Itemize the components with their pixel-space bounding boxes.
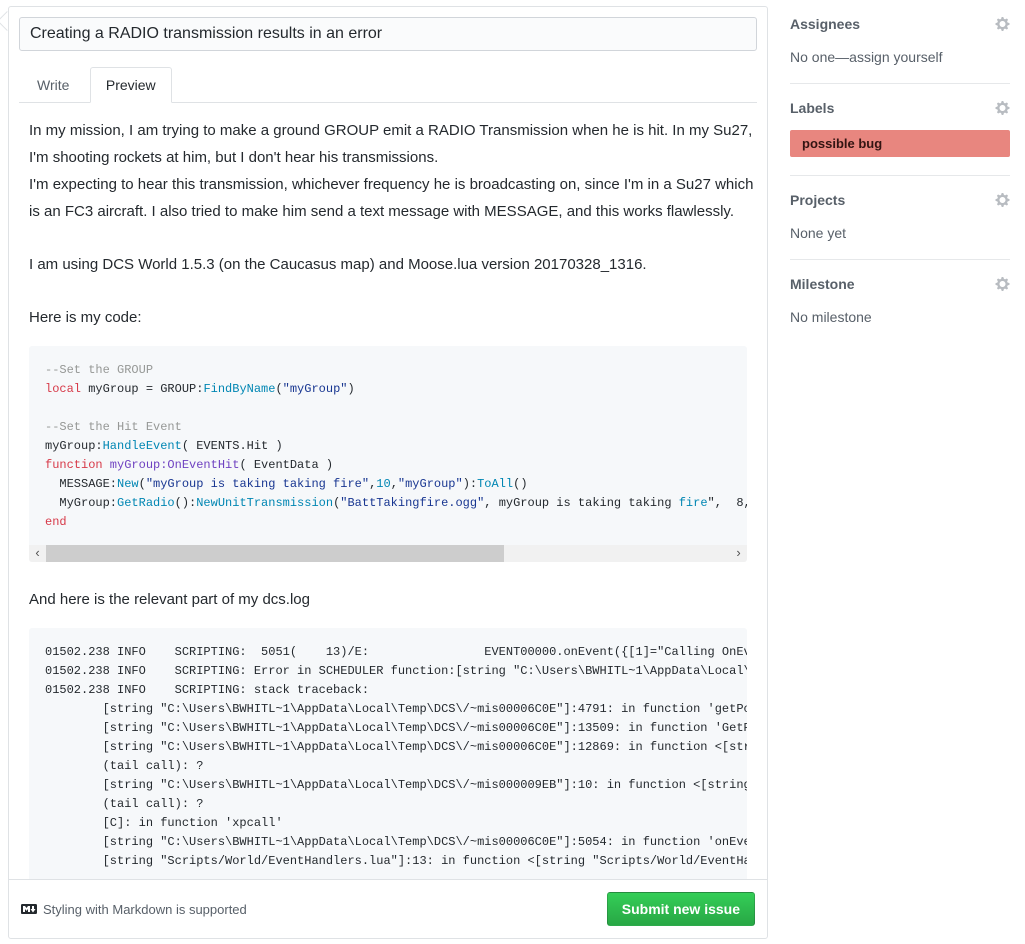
markdown-icon xyxy=(21,901,43,917)
paragraph-mission-line1: In my mission, I am trying to make a gro… xyxy=(29,122,752,166)
assignees-heading: Assignees xyxy=(790,16,860,32)
assign-yourself-link[interactable]: assign yourself xyxy=(849,49,942,65)
issue-title-input[interactable] xyxy=(19,17,757,51)
scrollbar-thumb[interactable] xyxy=(46,545,504,562)
gear-icon[interactable] xyxy=(995,276,1010,292)
code-horizontal-scrollbar[interactable]: ‹ › xyxy=(29,545,747,562)
sidebar-section-milestone: Milestone No milestone xyxy=(790,276,1010,343)
scrollbar-track[interactable] xyxy=(46,545,730,562)
gear-icon[interactable] xyxy=(995,192,1010,208)
tab-preview[interactable]: Preview xyxy=(90,67,172,103)
gear-icon[interactable] xyxy=(995,16,1010,32)
gear-icon[interactable] xyxy=(995,100,1010,116)
comment-box: Write Preview In my mission, I am trying… xyxy=(8,6,768,939)
sidebar-section-projects: Projects None yet xyxy=(790,192,1010,260)
sidebar-section-assignees: Assignees No one—assign yourself xyxy=(790,16,1010,84)
dcs-log-lines: 01502.238 INFO SCRIPTING: 5051( 13)/E: E… xyxy=(29,628,747,879)
lua-code-lines: --Set the GROUPlocal myGroup = GROUP:Fin… xyxy=(29,346,747,545)
paragraph-log-intro: And here is the relevant part of my dcs.… xyxy=(29,586,755,613)
paragraph-mission-line2: I'm expecting to hear this transmission,… xyxy=(29,176,753,220)
lua-code-block: --Set the GROUPlocal myGroup = GROUP:Fin… xyxy=(29,346,747,562)
form-footer: Styling with Markdown is supported Submi… xyxy=(9,879,767,938)
milestone-empty-text: No milestone xyxy=(790,309,1010,325)
markdown-note: Styling with Markdown is supported xyxy=(21,901,247,917)
submit-new-issue-button[interactable]: Submit new issue xyxy=(607,892,755,926)
write-preview-tabnav: Write Preview xyxy=(19,67,757,103)
label-possible-bug[interactable]: possible bug xyxy=(790,130,1010,157)
assignees-empty-text: No one— xyxy=(790,49,849,65)
projects-heading: Projects xyxy=(790,192,845,208)
paragraph-mission: In my mission, I am trying to make a gro… xyxy=(29,117,755,225)
milestone-heading: Milestone xyxy=(790,276,855,292)
issue-form: Write Preview In my mission, I am trying… xyxy=(8,6,768,939)
issue-sidebar: Assignees No one—assign yourself Labels xyxy=(790,0,1010,359)
paragraph-code-intro: Here is my code: xyxy=(29,304,755,331)
sidebar-section-labels: Labels possible bug xyxy=(790,100,1010,176)
paragraph-version: I am using DCS World 1.5.3 (on the Cauca… xyxy=(29,251,755,278)
tab-write[interactable]: Write xyxy=(21,67,85,103)
markdown-note-text: Styling with Markdown is supported xyxy=(43,902,247,917)
projects-empty-text: None yet xyxy=(790,225,1010,241)
scroll-right-icon[interactable]: › xyxy=(730,545,747,562)
dcs-log-block: 01502.238 INFO SCRIPTING: 5051( 13)/E: E… xyxy=(29,628,747,879)
new-issue-page: Write Preview In my mission, I am trying… xyxy=(0,0,1025,939)
scroll-left-icon[interactable]: ‹ xyxy=(29,545,46,562)
labels-heading: Labels xyxy=(790,100,834,116)
preview-body: In my mission, I am trying to make a gro… xyxy=(19,103,757,879)
